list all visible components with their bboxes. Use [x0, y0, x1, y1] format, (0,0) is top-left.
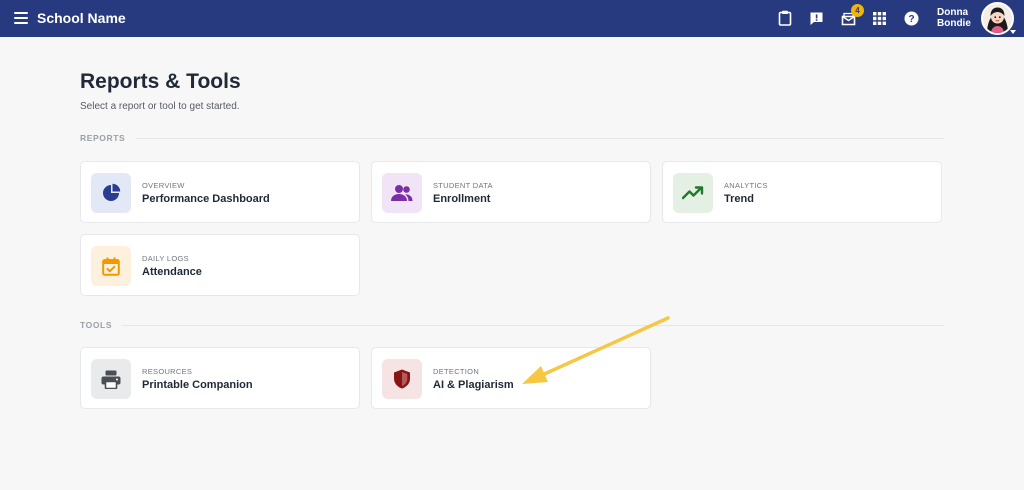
help-icon[interactable]: ? — [902, 9, 920, 27]
card-title: Enrollment — [433, 193, 491, 205]
svg-text:?: ? — [908, 14, 914, 25]
card-kicker: ANALYTICS — [724, 181, 768, 190]
shield-icon — [382, 359, 422, 399]
card-kicker: OVERVIEW — [142, 181, 185, 190]
printer-icon — [91, 359, 131, 399]
report-card-trend[interactable]: ANALYTICS Trend — [662, 161, 942, 223]
calendar-check-icon — [91, 246, 131, 286]
card-title: Performance Dashboard — [142, 193, 270, 205]
page-title: Reports & Tools — [80, 70, 241, 93]
section-divider — [136, 138, 944, 139]
trending-up-icon — [673, 173, 713, 213]
user-name[interactable]: Donna Bondie — [937, 7, 971, 29]
page-subtitle: Select a report or tool to get started. — [80, 101, 240, 112]
menu-icon[interactable] — [14, 12, 28, 24]
section-label-reports: REPORTS — [80, 133, 126, 143]
card-kicker: DAILY LOGS — [142, 254, 189, 263]
section-label-tools: TOOLS — [80, 320, 113, 330]
alert-message-icon[interactable] — [807, 9, 825, 27]
chevron-down-icon[interactable] — [1010, 30, 1016, 34]
card-kicker: DETECTION — [433, 367, 480, 376]
section-divider — [122, 325, 944, 326]
card-kicker: RESOURCES — [142, 367, 193, 376]
apps-grid-icon[interactable] — [870, 9, 888, 27]
users-icon — [382, 173, 422, 213]
card-title: Printable Companion — [142, 379, 253, 391]
tool-card-ai-plagiarism[interactable]: DETECTION AI & Plagiarism — [371, 347, 651, 409]
card-title: AI & Plagiarism — [433, 379, 514, 391]
inbox-icon[interactable]: 4 — [839, 4, 864, 27]
notification-badge: 4 — [851, 4, 864, 17]
top-bar: School Name 4 ? Donna Bondie — [0, 0, 1024, 37]
report-card-attendance[interactable]: DAILY LOGS Attendance — [80, 234, 360, 296]
school-name[interactable]: School Name — [37, 10, 126, 26]
pie-chart-icon — [91, 173, 131, 213]
card-title: Attendance — [142, 266, 202, 278]
tool-card-printable-companion[interactable]: RESOURCES Printable Companion — [80, 347, 360, 409]
card-title: Trend — [724, 193, 754, 205]
report-card-enrollment[interactable]: STUDENT DATA Enrollment — [371, 161, 651, 223]
clipboard-icon[interactable] — [776, 9, 794, 27]
card-kicker: STUDENT DATA — [433, 181, 493, 190]
report-card-performance-dashboard[interactable]: OVERVIEW Performance Dashboard — [80, 161, 360, 223]
